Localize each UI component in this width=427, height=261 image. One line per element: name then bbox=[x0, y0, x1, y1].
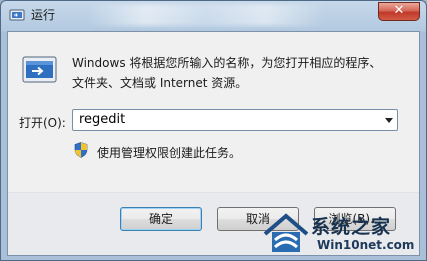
run-dialog-window: 运行 ✕ Windows 将根据您所输入的名称，为您打开相应的程序、 文件夹、文… bbox=[0, 0, 427, 261]
description-line-2: 文件夹、文档或 Internet 资源。 bbox=[72, 76, 248, 90]
watermark: 系统之家 Win10net.com bbox=[259, 208, 424, 258]
uac-shield-icon bbox=[74, 142, 88, 158]
open-label: 打开(O): bbox=[19, 116, 66, 130]
description-line-1: Windows 将根据您所输入的名称，为您打开相应的程序、 bbox=[72, 56, 382, 70]
open-input-value[interactable]: regedit bbox=[79, 112, 125, 127]
description: Windows 将根据您所输入的名称，为您打开相应的程序、 文件夹、文档或 In… bbox=[72, 53, 381, 93]
dropdown-arrow-icon[interactable] bbox=[385, 118, 393, 123]
run-dialog-icon bbox=[22, 56, 57, 83]
open-combobox[interactable]: regedit bbox=[72, 109, 398, 131]
watermark-brand: 系统之家 bbox=[311, 216, 392, 238]
close-icon: ✕ bbox=[393, 3, 405, 18]
run-app-icon bbox=[9, 9, 25, 21]
admin-note: 使用管理权限创建此任务。 bbox=[97, 146, 242, 160]
ok-button[interactable]: 确定 bbox=[120, 207, 202, 231]
watermark-house-logo-icon bbox=[263, 213, 309, 252]
watermark-url: Win10net.com bbox=[317, 238, 415, 252]
close-button[interactable]: ✕ bbox=[378, 2, 420, 21]
blurred-background bbox=[86, 4, 326, 26]
titlebar[interactable]: 运行 ✕ bbox=[1, 1, 426, 31]
window-title: 运行 bbox=[31, 8, 56, 22]
